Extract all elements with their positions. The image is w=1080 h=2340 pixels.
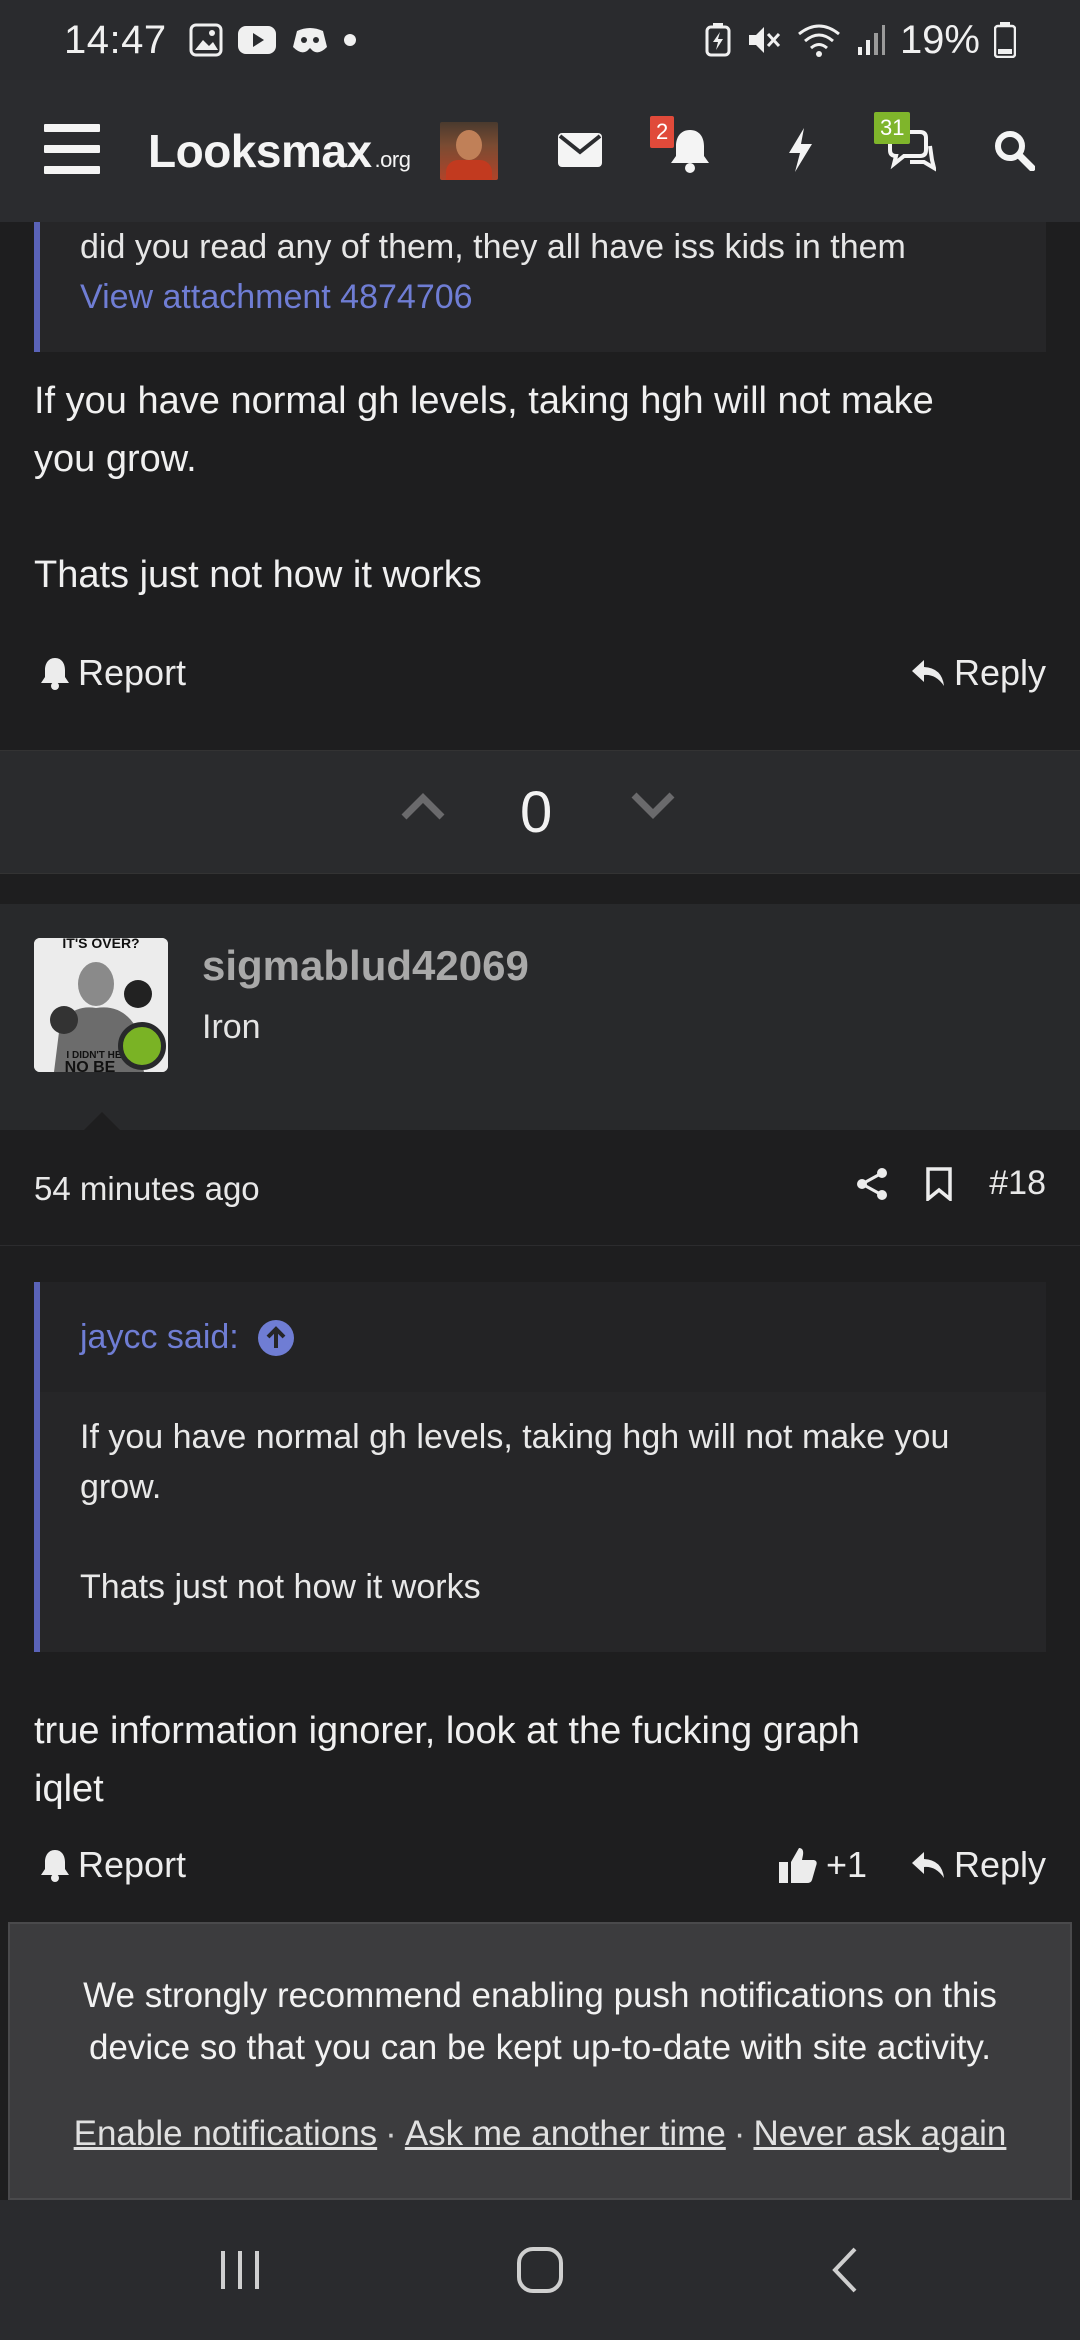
status-bar: 14:47 19% xyxy=(0,0,1080,80)
post-text-line: you grow. xyxy=(34,438,197,480)
dot-icon xyxy=(343,34,356,46)
gallery-icon xyxy=(189,23,223,57)
thumbs-up-icon xyxy=(779,1848,817,1883)
logo-suffix: .org xyxy=(374,147,411,172)
push-message-line: device so that you can be kept up-to-dat… xyxy=(88,2028,992,2067)
mute-icon xyxy=(748,27,781,53)
avatar-caption-top: IT'S OVER? xyxy=(62,938,139,951)
reply-label: Reply xyxy=(954,1844,1047,1885)
upvote-icon[interactable] xyxy=(400,791,446,821)
quote-header: jaycc said: xyxy=(40,1282,1046,1392)
back-icon[interactable] xyxy=(804,2200,884,2340)
quote-block: jaycc said: If you have normal gh levels… xyxy=(34,1282,1046,1652)
ask-later-link[interactable]: Ask me another time xyxy=(405,2114,726,2153)
vote-bar: 0 xyxy=(0,750,1080,874)
quote-text-line: If you have normal gh levels, taking hgh… xyxy=(80,1418,950,1456)
separator: · xyxy=(733,2114,746,2153)
status-time: 14:47 xyxy=(64,17,167,62)
quote-body: If you have normal gh levels, taking hgh… xyxy=(80,1412,1020,1612)
bookmark-icon[interactable] xyxy=(925,1166,953,1201)
share-icon[interactable] xyxy=(855,1167,889,1201)
account-avatar[interactable] xyxy=(440,122,498,180)
enable-notifications-link[interactable]: Enable notifications xyxy=(74,2114,378,2153)
report-label: Report xyxy=(78,652,187,693)
post-text-line: iqlet xyxy=(34,1768,104,1810)
vote-count: 0 xyxy=(520,780,553,845)
reply-icon xyxy=(912,1852,944,1878)
signal-icon xyxy=(857,25,885,55)
never-ask-link[interactable]: Never ask again xyxy=(753,2114,1006,2153)
search-icon[interactable] xyxy=(984,120,1044,180)
alerts-badge: 2 xyxy=(650,116,675,148)
avatar-caption-bottom2: NO BE xyxy=(65,1059,116,1072)
arrow-up-circle-icon[interactable] xyxy=(257,1319,295,1357)
conversations-badge: 31 xyxy=(874,112,911,144)
battery-percent: 19% xyxy=(899,17,980,62)
bell-icon xyxy=(41,658,69,690)
conversations-icon[interactable]: 31 xyxy=(874,112,940,180)
battery-icon xyxy=(994,22,1016,58)
reply-button[interactable]: Reply xyxy=(910,1844,1046,1886)
discord-icon xyxy=(292,28,327,53)
push-links: Enable notifications · Ask me another time… xyxy=(10,2114,1070,2154)
quote-text-line: grow. xyxy=(80,1468,162,1506)
battery-saver-icon xyxy=(705,23,731,57)
post-text-line: If you have normal gh levels, taking hgh… xyxy=(34,380,934,422)
menu-icon[interactable] xyxy=(44,124,100,174)
quote-text: did you read any of them, they all have … xyxy=(80,228,906,266)
post-text-line: true information ignorer, look at the fu… xyxy=(34,1710,860,1752)
push-message: We strongly recommend enabling push noti… xyxy=(10,1970,1070,2074)
system-navigation-bar xyxy=(0,2200,1080,2340)
inbox-icon[interactable] xyxy=(550,120,610,180)
recents-icon[interactable] xyxy=(200,2200,280,2340)
post-body: true information ignorer, look at the fu… xyxy=(34,1702,1044,1818)
post-meta: 54 minutes ago #18 xyxy=(0,1130,1080,1246)
attachment-link[interactable]: View attachment 4874706 xyxy=(80,278,473,317)
post-text-line: Thats just not how it works xyxy=(34,554,482,596)
post-time[interactable]: 54 minutes ago xyxy=(34,1170,260,1208)
downvote-icon[interactable] xyxy=(630,791,676,821)
quote-block-top: did you read any of them, they all have … xyxy=(34,222,1046,352)
quote-author-link[interactable]: jaycc said: xyxy=(80,1318,295,1357)
quote-author: jaycc said: xyxy=(80,1318,239,1356)
user-title: Iron xyxy=(202,1008,261,1046)
push-notification-banner: We strongly recommend enabling push noti… xyxy=(8,1922,1072,2200)
report-button[interactable]: Report xyxy=(40,1844,186,1886)
alerts-bell-icon[interactable]: 2 xyxy=(650,116,720,180)
top-navbar: Looksmax .org 2 31 xyxy=(0,80,1080,222)
like-count: +1 xyxy=(826,1844,868,1885)
youtube-icon xyxy=(237,26,276,54)
post-user-header: IT'S OVER? I DIDN'T HE NO BE sigmablud42… xyxy=(0,904,1080,1136)
reply-label: Reply xyxy=(954,652,1047,693)
bell-icon xyxy=(41,1850,69,1882)
post-actions: Report +1 Reply xyxy=(0,1844,1080,1904)
post-actions-top: Report Reply xyxy=(0,652,1080,712)
username[interactable]: sigmablud42069 xyxy=(202,942,529,990)
reply-icon xyxy=(912,660,944,686)
push-message-line: We strongly recommend enabling push noti… xyxy=(83,1976,997,2015)
online-indicator xyxy=(118,1022,166,1070)
home-icon[interactable] xyxy=(500,2200,580,2340)
site-logo[interactable]: Looksmax .org xyxy=(148,124,411,178)
post-number[interactable]: #18 xyxy=(989,1164,1046,1203)
wifi-icon xyxy=(798,24,840,57)
logo-main: Looksmax xyxy=(148,125,372,177)
quote-text-line: Thats just not how it works xyxy=(80,1568,481,1606)
like-button[interactable]: +1 xyxy=(778,1844,867,1886)
report-button[interactable]: Report xyxy=(40,652,186,694)
reply-button[interactable]: Reply xyxy=(910,652,1046,694)
report-label: Report xyxy=(78,1844,187,1885)
separator: · xyxy=(385,2114,397,2153)
lightning-icon[interactable] xyxy=(770,120,830,180)
post-body-top: If you have normal gh levels, taking hgh… xyxy=(34,372,1044,604)
